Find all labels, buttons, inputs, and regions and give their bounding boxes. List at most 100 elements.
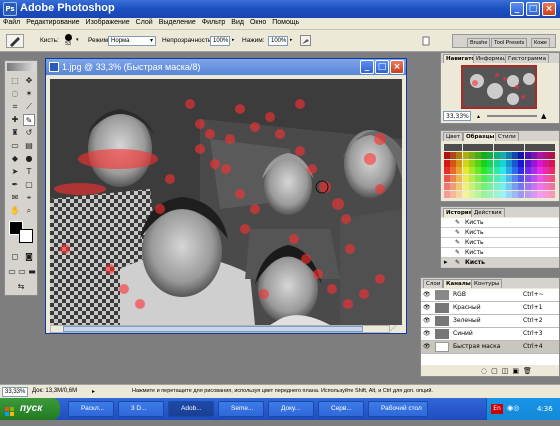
swatch[interactable] <box>487 167 494 175</box>
channel-row-selected[interactable]: 👁 Быстрая маска Ctrl+4 <box>421 341 559 354</box>
swatch[interactable] <box>444 159 450 167</box>
status-arrow-icon[interactable]: ▸ <box>92 388 95 395</box>
swatch[interactable] <box>506 190 512 198</box>
brush-picker[interactable]: 53 <box>62 34 74 47</box>
menu-help[interactable]: Помощь <box>269 18 302 26</box>
swatch[interactable] <box>530 175 537 183</box>
swatch[interactable] <box>506 175 512 183</box>
swatch[interactable] <box>475 151 481 159</box>
zoom-in-icon[interactable]: ▲ <box>541 112 549 120</box>
hand-tool-icon[interactable]: ✋ <box>9 205 21 217</box>
menu-select[interactable]: Выделение <box>156 18 199 26</box>
swatch[interactable] <box>506 144 512 151</box>
notes-tool-icon[interactable]: ✉ <box>9 192 21 204</box>
swatch[interactable] <box>549 190 556 198</box>
swatch[interactable] <box>462 183 469 190</box>
swatch[interactable] <box>537 144 543 151</box>
swatch[interactable] <box>506 167 512 175</box>
swatch[interactable] <box>468 190 475 198</box>
swatch[interactable] <box>468 151 475 159</box>
swatch[interactable] <box>450 183 457 190</box>
language-indicator[interactable]: En <box>491 404 503 414</box>
swatch[interactable] <box>524 151 531 159</box>
swatch[interactable] <box>524 183 531 190</box>
swatch[interactable] <box>549 183 556 190</box>
magic-wand-icon[interactable]: ✶ <box>23 88 35 100</box>
swatch[interactable] <box>512 183 519 190</box>
swatch[interactable] <box>499 151 506 159</box>
tab-histogram[interactable]: Гистограмма <box>505 54 549 63</box>
swatch[interactable] <box>475 159 481 167</box>
swatch[interactable] <box>468 175 475 183</box>
eye-icon[interactable]: 👁 <box>423 328 431 340</box>
swatch[interactable] <box>456 190 463 198</box>
close-button[interactable]: × <box>542 2 556 16</box>
opacity-field[interactable]: 100% <box>210 36 230 46</box>
eraser-tool-icon[interactable]: ▭ <box>9 140 21 152</box>
swatch[interactable] <box>549 151 556 159</box>
channel-row[interactable]: 👁 Красный Ctrl+1 <box>421 302 559 315</box>
swatch[interactable] <box>499 159 506 167</box>
swatch[interactable] <box>444 151 450 159</box>
swatch[interactable] <box>518 159 525 167</box>
menu-edit[interactable]: Редактирование <box>23 18 82 26</box>
swatch[interactable] <box>543 159 550 167</box>
gradient-tool-icon[interactable]: ▤ <box>23 140 35 152</box>
brush-dropdown-icon[interactable]: ▾ <box>76 37 81 43</box>
swatch[interactable] <box>468 159 475 167</box>
swatch[interactable] <box>549 159 556 167</box>
swatch[interactable] <box>518 183 525 190</box>
swatch[interactable] <box>475 183 481 190</box>
swatch[interactable] <box>444 175 450 183</box>
healing-brush-icon[interactable]: ✚ <box>9 114 21 126</box>
swatch[interactable] <box>506 151 512 159</box>
standard-mode-icon[interactable]: ◻ <box>9 251 21 263</box>
swatch[interactable] <box>487 190 494 198</box>
screen-mode-full-icon[interactable]: ▬ <box>27 266 37 278</box>
background-color[interactable] <box>19 229 33 243</box>
tab-channels[interactable]: Каналы <box>443 279 474 288</box>
tab-color[interactable]: Цвет <box>443 132 464 141</box>
history-item[interactable]: Кисть ✎ <box>441 248 559 258</box>
swatch[interactable] <box>512 151 519 159</box>
swatch[interactable] <box>499 190 506 198</box>
swatch[interactable] <box>493 151 500 159</box>
swatch[interactable] <box>543 151 550 159</box>
swatch[interactable] <box>456 151 463 159</box>
swatch[interactable] <box>462 159 469 167</box>
swatch[interactable] <box>475 190 481 198</box>
dodge-tool-icon[interactable]: ● <box>23 153 35 165</box>
swatch[interactable] <box>468 144 475 151</box>
flow-field[interactable]: 100% <box>268 36 288 46</box>
swatch[interactable] <box>493 175 500 183</box>
zoom-out-icon[interactable]: ▴ <box>477 113 485 120</box>
eye-icon[interactable]: 👁 <box>423 315 431 327</box>
crop-tool-icon[interactable]: ⌗ <box>9 101 21 113</box>
minimize-button[interactable]: _ <box>510 2 524 16</box>
mode-select[interactable]: Норма ▾ <box>108 36 156 46</box>
doc-maximize-button[interactable]: □ <box>375 60 389 74</box>
swatch[interactable] <box>518 144 525 151</box>
shape-tool-icon[interactable]: ▢ <box>23 179 35 191</box>
swatch[interactable] <box>524 175 531 183</box>
swatch[interactable] <box>462 167 469 175</box>
swatch[interactable] <box>524 144 531 151</box>
swatch[interactable] <box>499 175 506 183</box>
swatch[interactable] <box>468 183 475 190</box>
doc-minimize-button[interactable]: _ <box>360 60 374 74</box>
tool-preset-picker[interactable] <box>6 34 24 48</box>
channel-row[interactable]: 👁 Зеленый Ctrl+2 <box>421 315 559 328</box>
swatch[interactable] <box>512 175 519 183</box>
swatch[interactable] <box>481 190 488 198</box>
swatch[interactable] <box>456 175 463 183</box>
swatch[interactable] <box>456 183 463 190</box>
swatch[interactable] <box>537 175 543 183</box>
swatch-grid[interactable] <box>444 144 556 200</box>
taskbar-item[interactable]: Раскл... <box>68 401 114 417</box>
taskbar-item-active[interactable]: Adob... <box>168 401 214 417</box>
start-button[interactable]: пуск <box>0 398 60 420</box>
swatch[interactable] <box>543 167 550 175</box>
swatch[interactable] <box>543 144 550 151</box>
image-canvas[interactable] <box>50 79 402 325</box>
swatch[interactable] <box>444 183 450 190</box>
